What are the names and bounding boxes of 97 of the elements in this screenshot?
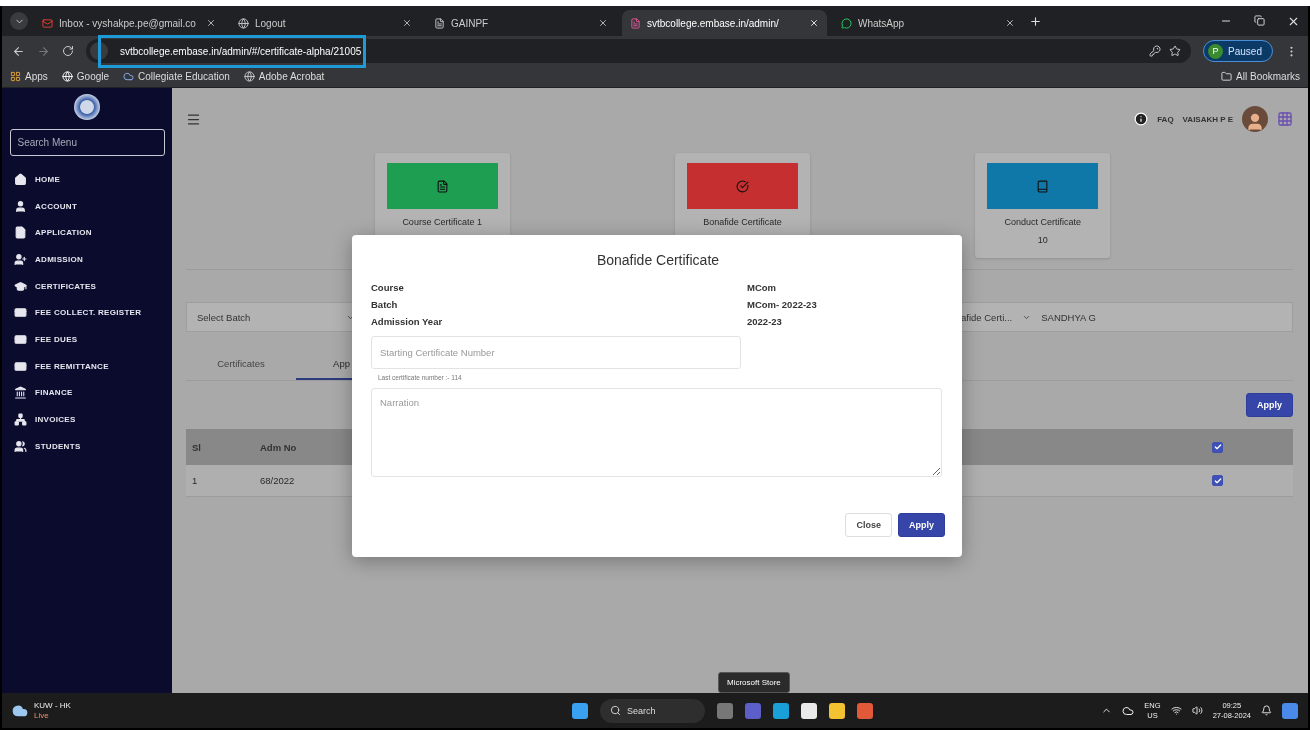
apply-button[interactable]: Apply [1246, 393, 1293, 417]
bookmark[interactable]: Collegiate Education [123, 71, 230, 82]
field-value: MCom [747, 282, 778, 293]
page-icon [434, 17, 445, 29]
close-button[interactable]: Close [845, 513, 892, 537]
profile-button[interactable]: P Paused [1203, 40, 1273, 62]
browser-tab[interactable]: Inbox - vyshakpe.pe@gmail.co [34, 10, 224, 36]
table-cell-text: 68/2022 [260, 475, 296, 486]
document-icon [14, 226, 27, 240]
check-circle-icon [736, 179, 749, 193]
sidebar-item[interactable]: STUDENTS [14, 432, 172, 460]
close-icon[interactable] [402, 18, 412, 28]
info-icon[interactable] [1134, 112, 1149, 126]
speaker-icon[interactable] [1191, 705, 1203, 716]
field-label: Batch [371, 299, 399, 310]
faq-link[interactable]: FAQ [1157, 114, 1174, 124]
apps-grid-icon[interactable] [1277, 111, 1293, 127]
restore-icon[interactable] [1254, 14, 1265, 26]
cloud-icon [123, 71, 135, 82]
card-icon [14, 332, 27, 346]
card-title: Course Certificate 1 [402, 217, 482, 227]
field-label: Admission Year [371, 316, 444, 327]
sidebar-item[interactable]: ADMISSION [14, 246, 172, 273]
cloud-icon[interactable] [1122, 704, 1135, 717]
user-name: VAISAKH P E [1182, 114, 1233, 124]
sidebar-item[interactable]: ACCOUNT [14, 192, 172, 220]
user-icon [14, 199, 27, 213]
search-icon [610, 705, 621, 716]
bank-icon [14, 386, 27, 400]
bell-icon[interactable] [1261, 705, 1272, 716]
field-label: Course [371, 282, 405, 293]
table-cell-text: 1 [192, 475, 199, 486]
address-bar[interactable]: svtbcollege.embase.in/admin/#/certificate-alpha/21005 [86, 39, 1192, 63]
sidebar-item[interactable]: HOME [14, 166, 172, 193]
star-icon[interactable] [1169, 45, 1182, 57]
all-bookmarks[interactable]: All Bookmarks [1221, 71, 1300, 82]
network-icon[interactable] [1170, 705, 1182, 716]
add-user-icon [14, 252, 27, 266]
search-field[interactable]: Search [600, 698, 705, 723]
field-value: 2022-23 [747, 316, 783, 327]
card-title: Conduct Certificate [1004, 217, 1082, 227]
card-count: 10 [1037, 235, 1048, 245]
apps-icon [10, 71, 21, 82]
sidebar-item[interactable]: FEE REMITTANCE [14, 352, 172, 380]
back-icon[interactable] [12, 44, 25, 58]
tab-search-button[interactable] [10, 12, 28, 30]
globe-icon [238, 17, 249, 29]
avatar[interactable] [1242, 106, 1268, 132]
sidebar-item[interactable]: CERTIFICATES [14, 272, 172, 300]
weather-widget[interactable]: KUW - HK Live [34, 700, 71, 721]
sidebar-item[interactable]: FINANCE [14, 379, 172, 407]
new-tab-icon[interactable] [1029, 14, 1042, 28]
key-icon[interactable] [1149, 45, 1162, 57]
sidebar-item[interactable]: INVOICES [14, 406, 172, 433]
browser-tab[interactable]: Logout [230, 10, 420, 36]
home-icon [14, 172, 27, 186]
bookmark[interactable]: Google [61, 71, 110, 82]
page-icon [630, 17, 641, 29]
certificate-card[interactable]: Conduct Certificate 10 [975, 153, 1111, 258]
bookmark[interactable]: Adobe Acrobat [243, 71, 325, 82]
browser-tab[interactable]: svtbcollege.embase.in/admin/ [622, 10, 827, 36]
mail-icon [42, 17, 53, 29]
sidebar-item[interactable]: FEE DUES [14, 326, 172, 353]
field-value: MCom- 2022-23 [747, 299, 818, 310]
card-icon [14, 306, 27, 320]
narration-field[interactable]: Narration [371, 388, 942, 477]
browser-tab[interactable]: GAINPF [426, 10, 616, 36]
tab[interactable]: Certificates [186, 349, 296, 380]
close-icon[interactable] [206, 18, 216, 28]
chat-icon [841, 17, 852, 29]
bookmark[interactable]: Apps [10, 71, 48, 82]
reload-icon[interactable] [62, 45, 74, 57]
book-icon [1036, 179, 1050, 193]
college-logo [74, 94, 100, 120]
document-icon [435, 179, 449, 193]
card-icon [14, 359, 27, 373]
checkbox[interactable] [1212, 475, 1223, 486]
card-title: Bonafide Certificate [703, 217, 782, 227]
tooltip: Microsoft Store [718, 672, 790, 693]
globe-icon [243, 71, 255, 82]
checkbox[interactable] [1212, 441, 1223, 453]
close-icon[interactable] [1005, 18, 1015, 28]
sidebar-item[interactable]: APPLICATION [14, 219, 172, 247]
forward-icon[interactable] [37, 44, 50, 58]
users-icon [14, 439, 27, 453]
browser-tab[interactable]: WhatsApp [833, 10, 1023, 36]
menu-icon[interactable] [186, 111, 201, 127]
sidebar-item[interactable]: FEE COLLECT. REGISTER [14, 299, 172, 327]
apply-button[interactable]: Apply [898, 513, 945, 537]
column-header: Sl [192, 441, 202, 453]
input-field[interactable]: Starting Certificate Number [371, 336, 741, 369]
column-header: Adm No [260, 441, 298, 453]
hierarchy-icon [14, 413, 27, 427]
search-field[interactable]: Search Menu [9, 129, 165, 156]
graduation-cap-icon [14, 279, 27, 293]
close-icon[interactable] [598, 18, 608, 28]
close-icon[interactable] [809, 18, 819, 28]
